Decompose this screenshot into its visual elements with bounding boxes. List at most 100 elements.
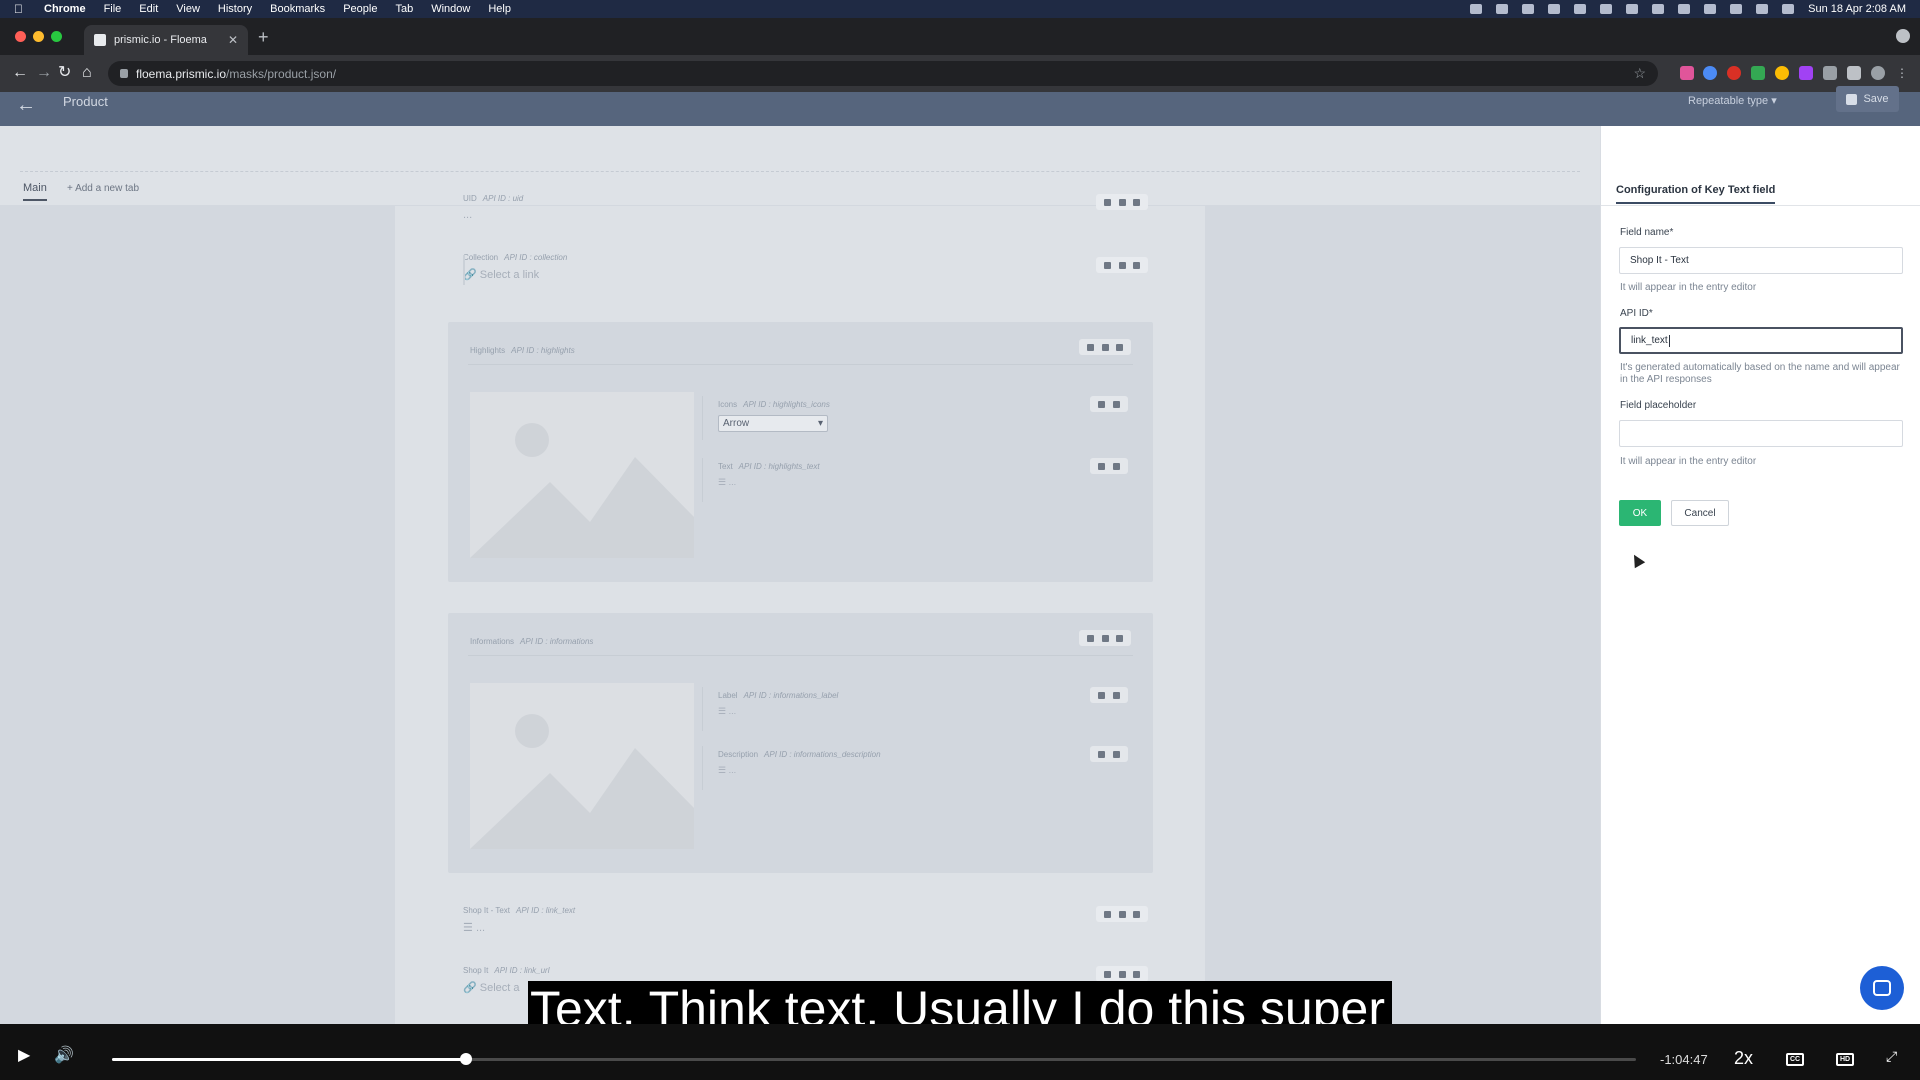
type-select[interactable]: Repeatable type ▾ [1688,94,1777,107]
gear-icon[interactable] [1118,970,1126,978]
status-cloud-icon[interactable] [1522,4,1535,14]
field-shop-it-text[interactable]: Shop It - Text API ID : link_text ☰ ... [463,906,1148,934]
tab-main[interactable]: Main [23,182,47,201]
gear-icon[interactable] [1118,198,1126,206]
window-zoom-button[interactable] [51,31,62,42]
drag-handle-icon[interactable] [1133,198,1141,206]
drag-handle-icon[interactable] [1116,634,1124,642]
tab-close-icon[interactable]: ✕ [228,33,238,47]
image-placeholder[interactable] [470,392,694,558]
placeholder-input[interactable] [1619,420,1903,447]
home-icon[interactable]: ⌂ [82,63,92,83]
subfield-description[interactable]: Description API ID : informations_descrip… [702,746,1128,790]
extension-icon[interactable] [1775,66,1789,80]
back-arrow-icon[interactable]: ← [16,94,36,117]
subfield-controls[interactable] [1090,458,1128,474]
tab-search-icon[interactable] [1896,29,1910,43]
menu-help[interactable]: Help [488,3,511,15]
lock-icon[interactable] [120,69,128,78]
fullscreen-icon[interactable]: ⤢ [1886,1048,1897,1064]
gear-icon[interactable] [1118,261,1126,269]
reload-icon[interactable]: ↻ [58,63,71,83]
drag-handle-icon[interactable] [1133,970,1141,978]
extension-icon[interactable] [1751,66,1765,80]
ok-button[interactable]: OK [1619,500,1661,526]
status-wifi-icon[interactable] [1704,4,1717,14]
menu-tab[interactable]: Tab [395,3,413,15]
bookmark-star-icon[interactable]: ☆ [1633,65,1646,82]
extension-icon[interactable] [1727,66,1741,80]
gear-icon[interactable] [1113,462,1120,470]
field-controls[interactable] [1096,194,1148,210]
subfield-controls[interactable] [1090,687,1128,703]
status-record-icon[interactable] [1470,4,1483,14]
cancel-button[interactable]: Cancel [1671,500,1729,526]
volume-icon[interactable]: 🔊 [54,1048,74,1064]
window-minimize-button[interactable] [33,31,44,42]
add-tab-button[interactable]: + Add a new tab [67,183,139,194]
apple-icon[interactable]:  [14,3,24,15]
trash-icon[interactable] [1103,910,1111,918]
back-arrow-icon[interactable]: ← [12,63,28,83]
status-creative-cloud-icon[interactable] [1496,4,1509,14]
field-controls[interactable] [1096,906,1148,922]
profile-avatar[interactable] [1871,66,1885,80]
playback-speed-button[interactable]: 2x [1734,1048,1753,1069]
group-informations[interactable]: Informations API ID : informations Label A… [448,613,1153,873]
save-button[interactable]: Save [1836,86,1899,112]
subfield-controls[interactable] [1090,746,1128,762]
field-controls[interactable] [1096,257,1148,273]
image-placeholder[interactable] [470,683,694,849]
trash-icon[interactable] [1098,400,1105,408]
group-controls[interactable] [1079,630,1131,646]
hd-quality-button[interactable]: HD [1836,1053,1854,1066]
trash-icon[interactable] [1098,462,1105,470]
menu-window[interactable]: Window [431,3,470,15]
status-upload-icon[interactable] [1574,4,1587,14]
menu-history[interactable]: History [218,3,252,15]
new-tab-button[interactable]: + [258,27,269,48]
window-close-button[interactable] [15,31,26,42]
drag-handle-icon[interactable] [1116,343,1124,351]
group-highlights[interactable]: Highlights API ID : highlights Icons API I… [448,322,1153,582]
extension-icon[interactable] [1799,66,1813,80]
status-battery-icon[interactable] [1652,4,1665,14]
field-uid[interactable]: UID API ID : uid ... [463,194,1148,221]
status-control-center-icon[interactable] [1756,4,1769,14]
gear-icon[interactable] [1101,343,1109,351]
browser-tab-active[interactable]: prismic.io - Floema ✕ [84,25,248,55]
api-id-input[interactable]: link_text [1619,327,1903,354]
panel-title[interactable]: Configuration of Key Text field [1616,184,1776,204]
status-play-icon[interactable] [1600,4,1613,14]
drag-handle-icon[interactable] [1133,910,1141,918]
field-controls[interactable] [1096,966,1148,982]
group-controls[interactable] [1079,339,1131,355]
menubar-clock[interactable]: Sun 18 Apr 2:08 AM [1808,3,1906,15]
trash-icon[interactable] [1103,261,1111,269]
subfield-text[interactable]: Text API ID : highlights_text ☰ ... [702,458,1128,502]
extension-icon[interactable] [1680,66,1694,80]
extension-shield-icon[interactable] [1823,66,1837,80]
icons-select[interactable]: Arrow ▾ [718,415,828,432]
trash-icon[interactable] [1098,750,1105,758]
gear-icon[interactable] [1113,750,1120,758]
status-bluetooth-icon[interactable] [1678,4,1691,14]
gear-icon[interactable] [1113,691,1120,699]
gear-icon[interactable] [1113,400,1120,408]
trash-icon[interactable] [1103,970,1111,978]
menu-app-chrome[interactable]: Chrome [44,3,86,15]
subfield-label[interactable]: Label API ID : informations_label ☰ ... [702,687,1128,731]
more-menu-icon[interactable]: ⋮ [1896,66,1910,80]
gear-icon[interactable] [1118,910,1126,918]
status-search-icon[interactable] [1730,4,1743,14]
chat-support-button[interactable] [1860,966,1904,1010]
status-flag-icon[interactable] [1626,4,1639,14]
trash-icon[interactable] [1098,691,1105,699]
captions-button[interactable]: CC [1786,1053,1804,1066]
video-progress-knob[interactable] [459,1053,472,1065]
subfield-controls[interactable] [1090,396,1128,412]
forward-arrow-icon[interactable]: → [36,63,52,83]
video-progress-bar[interactable] [112,1053,1636,1065]
status-siri-icon[interactable] [1782,4,1795,14]
status-onepassword-icon[interactable] [1548,4,1561,14]
